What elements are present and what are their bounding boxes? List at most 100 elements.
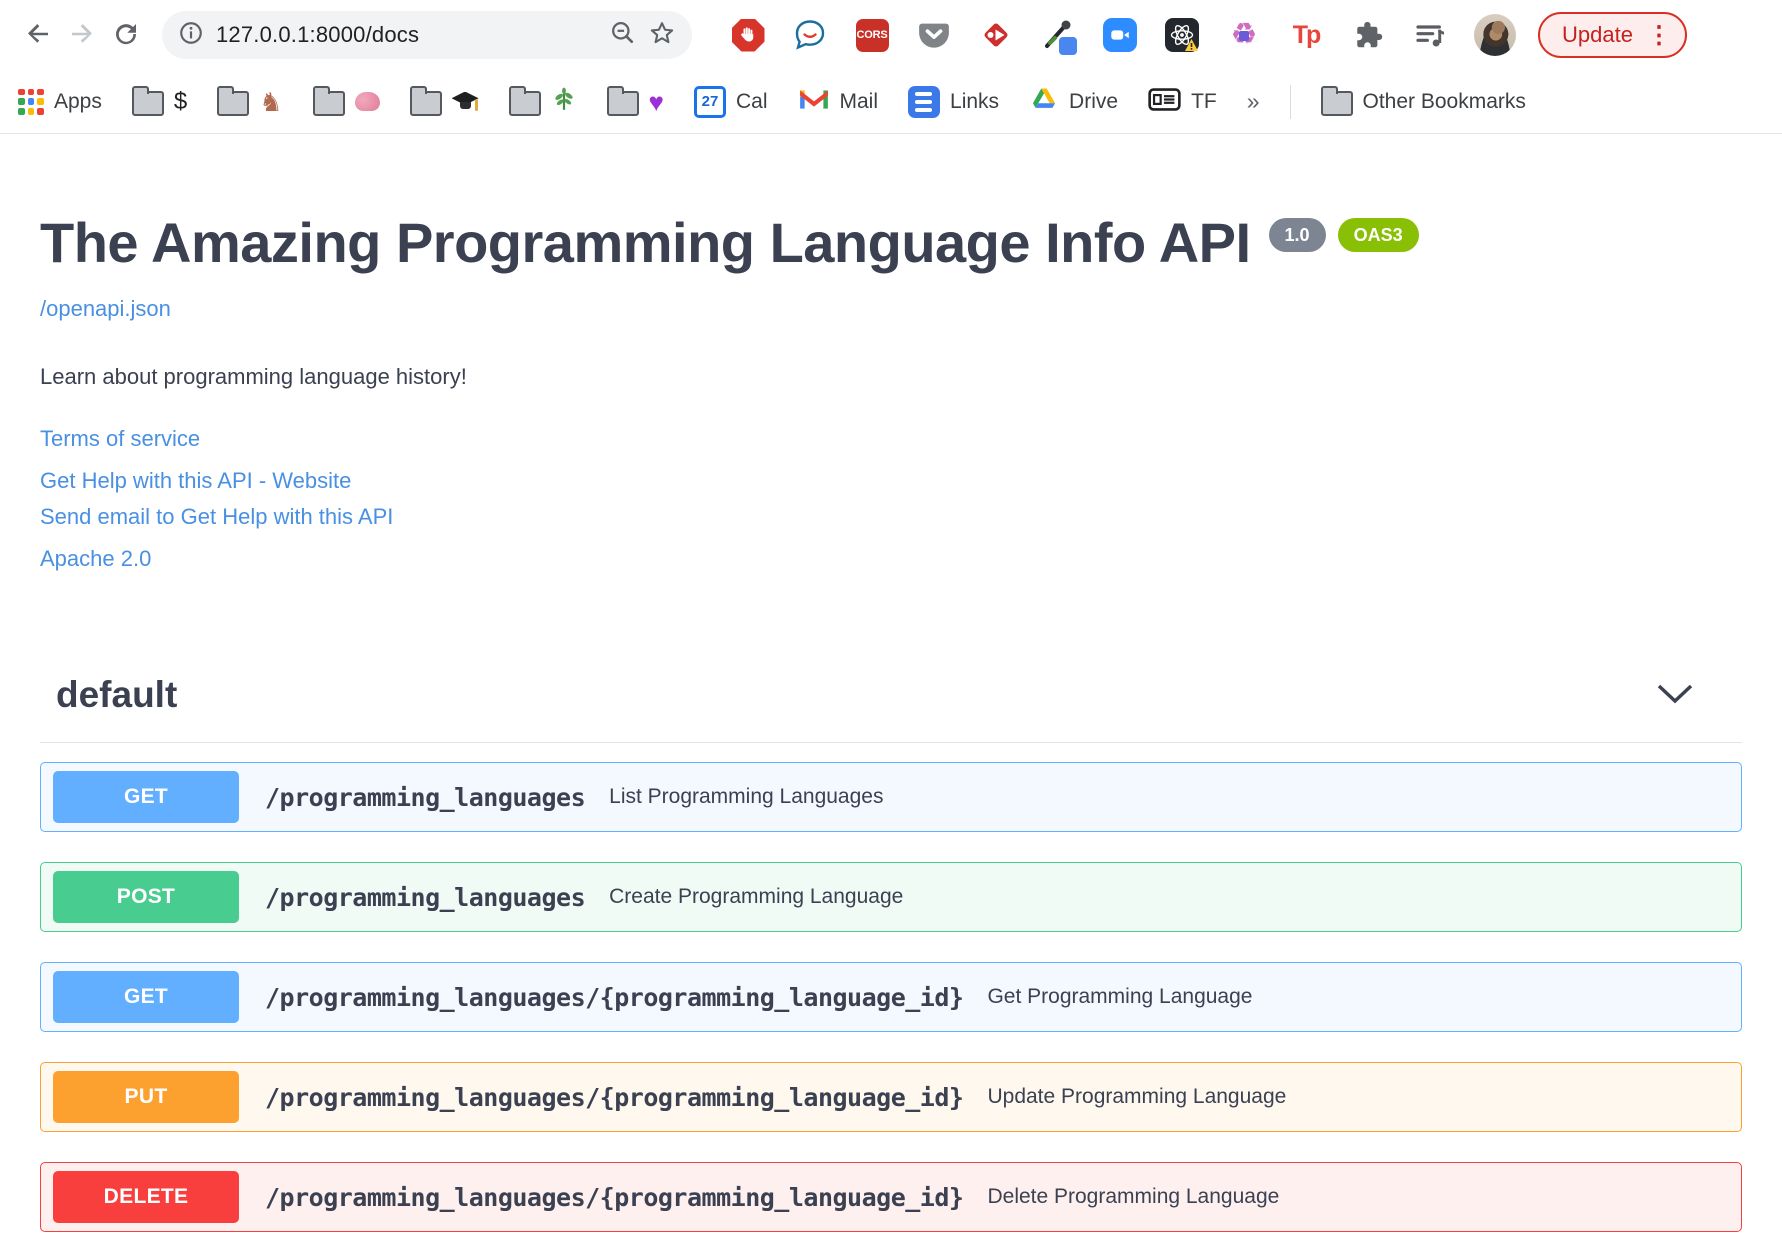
graduation-cap-icon (451, 91, 479, 113)
terms-of-service-link[interactable]: Terms of service (40, 426, 1742, 452)
links-label: Links (950, 89, 1000, 113)
bookmark-links[interactable]: Links (908, 85, 1000, 118)
back-icon (23, 19, 53, 52)
react-atom-icon (1165, 18, 1199, 52)
bookmark-folder-favorites[interactable]: ♥ (606, 85, 664, 117)
folder-icon (1320, 85, 1353, 116)
bookmark-folder-finance[interactable]: $ (131, 85, 187, 116)
swagger-page: The Amazing Programming Language Info AP… (0, 134, 1782, 1232)
bookmarks-divider (1289, 84, 1291, 119)
mail-label: Mail (839, 89, 879, 113)
bookmark-mail[interactable]: Mail (798, 86, 879, 117)
other-bookmarks-label: Other Bookmarks (1362, 89, 1526, 113)
endpoint-row-delete[interactable]: DELETE /programming_languages/{programmi… (40, 1162, 1742, 1232)
bookmark-folder-carousel[interactable]: ♞ (217, 85, 283, 116)
endpoint-summary: Update Programming Language (987, 1085, 1287, 1108)
browser-menu-kebab-icon[interactable]: ⋮ (1647, 21, 1671, 50)
endpoint-summary: Delete Programming Language (987, 1185, 1280, 1208)
oas3-badge: OAS3 (1337, 218, 1419, 252)
tag-section-header[interactable]: default (40, 674, 1742, 743)
extensions-row: CORS ♻ (730, 17, 1448, 55)
stop-hand-extension-icon[interactable] (730, 17, 766, 53)
react-devtools-extension-icon[interactable] (1164, 17, 1200, 53)
tag-section-title: default (56, 674, 178, 715)
endpoint-path: /programming_languages/{programming_lang… (265, 1182, 964, 1212)
help-website-link[interactable]: Get Help with this API - Website (40, 468, 1742, 494)
endpoint-path: /programming_languages (265, 782, 586, 812)
api-links: Terms of service Get Help with this API … (40, 426, 1742, 572)
method-badge: GET (53, 971, 239, 1023)
folder-icon (217, 85, 250, 116)
endpoint-row-get-list[interactable]: GET /programming_languages List Programm… (40, 762, 1742, 832)
page-title: The Amazing Programming Language Info AP… (40, 211, 1251, 274)
extensions-puzzle-icon[interactable] (1350, 17, 1386, 53)
recycle-center-chip (1239, 31, 1249, 41)
forward-button[interactable] (60, 13, 104, 57)
endpoint-summary: Create Programming Language (609, 885, 904, 908)
reload-button[interactable] (104, 13, 148, 57)
help-email-link[interactable]: Send email to Get Help with this API (40, 504, 1742, 530)
bookmark-folder-brain[interactable] (312, 85, 380, 116)
red-diamond-extension-icon[interactable] (978, 17, 1014, 53)
openapi-json-link[interactable]: /openapi.json (40, 296, 171, 322)
endpoint-summary: List Programming Languages (609, 785, 884, 808)
method-badge: DELETE (53, 1171, 239, 1223)
links-icon (908, 85, 941, 118)
herb-icon (551, 86, 577, 117)
chat-bubble-extension-icon[interactable] (792, 17, 828, 53)
cors-extension-icon[interactable]: CORS (854, 17, 890, 53)
endpoint-path: /programming_languages/{programming_lang… (265, 1082, 964, 1112)
bookmarks-overflow-chevron[interactable]: » (1247, 88, 1260, 115)
purple-heart-icon: ♥ (648, 86, 664, 117)
license-link[interactable]: Apache 2.0 (40, 546, 1742, 572)
bookmark-other-bookmarks[interactable]: Other Bookmarks (1320, 85, 1526, 116)
endpoint-path: /programming_languages/{programming_lang… (265, 982, 964, 1012)
collapse-section-button[interactable] (1656, 683, 1694, 708)
version-badge: 1.0 (1268, 218, 1326, 252)
endpoint-row-put-update[interactable]: PUT /programming_languages/{programming_… (40, 1062, 1742, 1132)
calendar-icon: 27 (693, 85, 726, 118)
tf-label: TF (1191, 89, 1217, 113)
recycle-extension-icon[interactable]: ♻ (1226, 17, 1262, 53)
title-badges: 1.0 OAS3 (1268, 218, 1419, 252)
drive-icon (1029, 85, 1059, 118)
method-badge: PUT (53, 1071, 239, 1123)
folder-icon (508, 85, 541, 116)
zoom-camera-icon (1103, 18, 1137, 52)
update-button[interactable]: Update ⋮ (1538, 12, 1687, 58)
profile-avatar[interactable] (1474, 14, 1516, 56)
color-picker-extension-icon[interactable] (1040, 17, 1077, 55)
tp-extension-icon[interactable]: Tp (1288, 17, 1324, 53)
bookmark-tf[interactable]: TF (1148, 86, 1217, 118)
zoom-out-icon[interactable] (609, 19, 636, 51)
bookmark-star-icon[interactable] (648, 19, 676, 52)
apps-label: Apps (54, 89, 102, 113)
endpoint-summary: Get Programming Language (987, 985, 1253, 1008)
apps-grid-icon (18, 88, 44, 115)
playlist-extension-icon[interactable] (1412, 17, 1448, 53)
method-badge: GET (53, 771, 239, 823)
browser-window: 127.0.0.1:8000/docs CORS Tp Update ⋮ App… (0, 0, 1782, 1232)
chevron-down-icon (1656, 683, 1694, 708)
bookmark-folder-education[interactable] (409, 85, 479, 116)
folder-icon (409, 85, 442, 116)
bookmark-calendar[interactable]: 27 Cal (693, 85, 768, 118)
back-button[interactable] (16, 13, 60, 57)
bookmarks-bar: Apps $ ♞ ♥ 27 Cal Mail Links Drive TF » … (0, 70, 1782, 134)
cors-label: CORS (855, 18, 889, 52)
bookmark-drive[interactable]: Drive (1029, 85, 1118, 118)
brain-icon (354, 92, 380, 111)
update-label: Update (1562, 22, 1633, 47)
title-row: The Amazing Programming Language Info AP… (40, 212, 1742, 274)
tf-card-icon (1148, 86, 1181, 118)
endpoint-row-post-create[interactable]: POST /programming_languages Create Progr… (40, 862, 1742, 932)
url-bar[interactable]: 127.0.0.1:8000/docs (162, 11, 692, 59)
page-info-icon[interactable] (178, 20, 204, 51)
pocket-extension-icon[interactable] (916, 17, 952, 53)
bookmark-apps[interactable]: Apps (18, 88, 102, 115)
zoom-extension-icon[interactable] (1102, 17, 1138, 53)
endpoint-row-get-one[interactable]: GET /programming_languages/{programming_… (40, 962, 1742, 1032)
url-text[interactable]: 127.0.0.1:8000/docs (216, 22, 597, 48)
bookmark-folder-herb[interactable] (508, 85, 577, 117)
folder-icon (606, 85, 639, 116)
